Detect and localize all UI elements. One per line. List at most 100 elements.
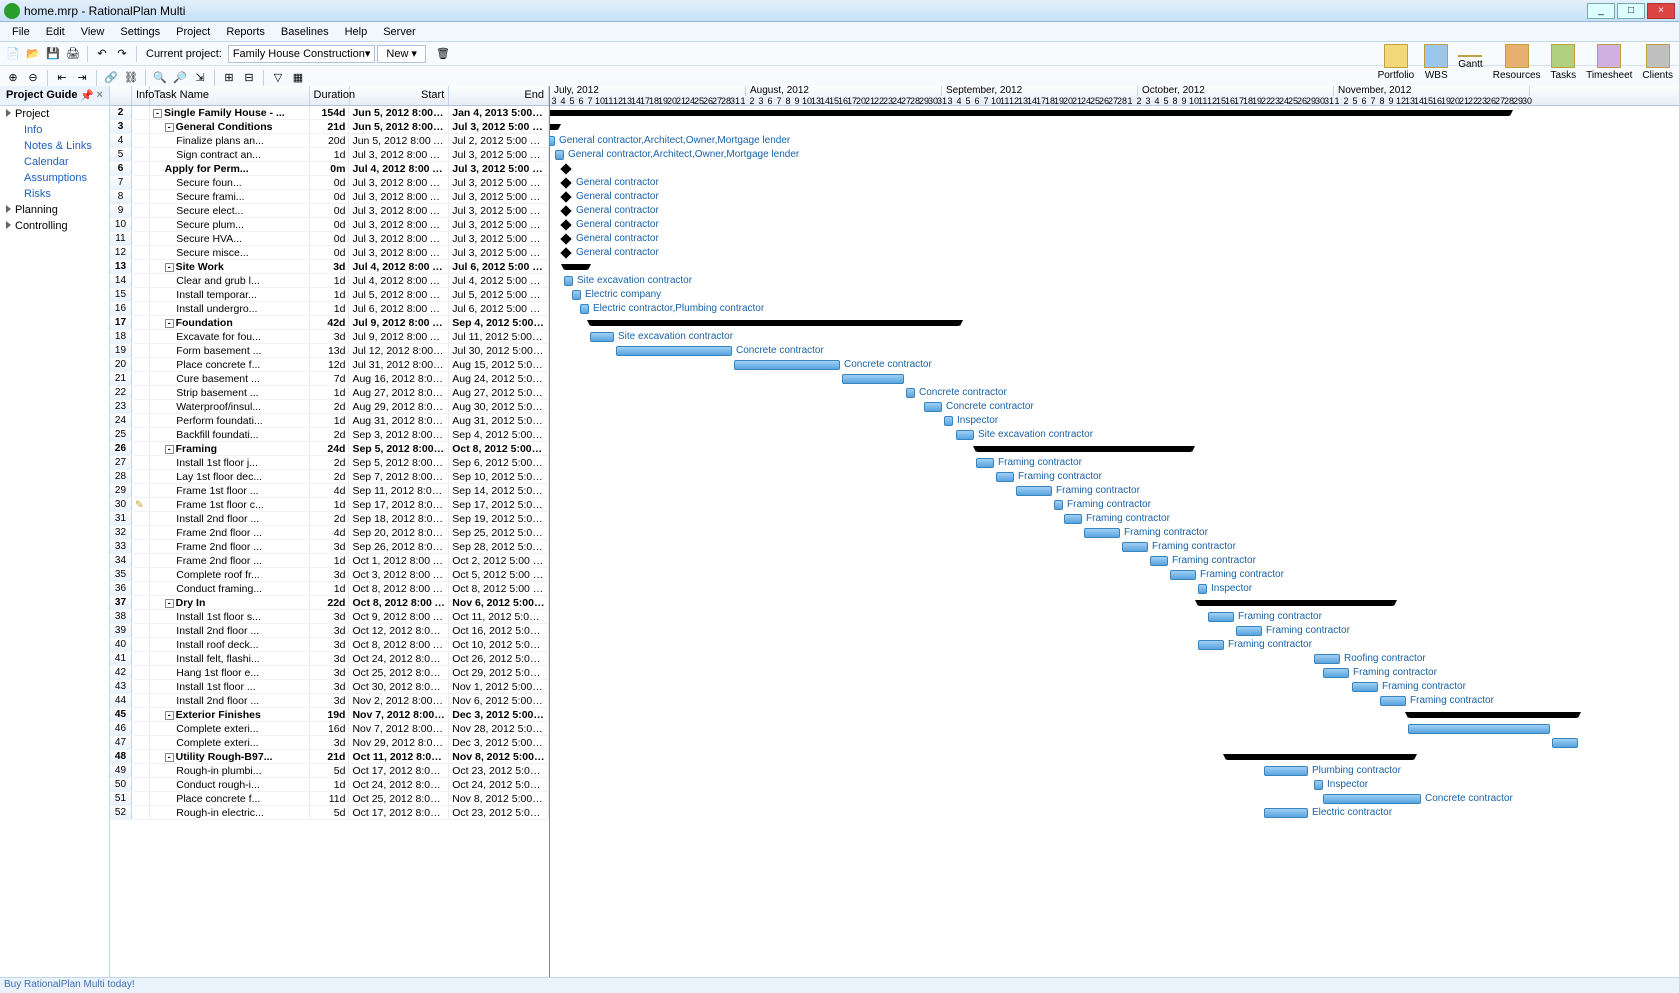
gantt-task-bar[interactable] [1323, 668, 1349, 678]
gantt-task-bar[interactable] [734, 360, 840, 370]
gantt-milestone[interactable] [560, 163, 571, 174]
gantt-task-bar[interactable] [1352, 682, 1378, 692]
delete-project-icon[interactable]: 🗑 [434, 45, 452, 63]
gantt-task-bar[interactable] [1064, 514, 1082, 524]
table-row[interactable]: 11 Secure HVA...0dJul 3, 2012 8:00 AMJul… [110, 232, 549, 246]
current-project-dropdown[interactable]: Family House Construction▾ [228, 45, 376, 63]
table-row[interactable]: 52 Rough-in electric...5dOct 17, 2012 8:… [110, 806, 549, 820]
minimize-button[interactable]: _ [1587, 3, 1615, 19]
menu-help[interactable]: Help [337, 24, 376, 40]
expand-all-icon[interactable]: ⊞ [220, 69, 238, 87]
filter-icon[interactable]: ▽ [269, 69, 287, 87]
table-row[interactable]: 41 Install felt, flashi...3dOct 24, 2012… [110, 652, 549, 666]
new-button[interactable]: New▾ [377, 45, 426, 63]
task-insert-icon[interactable]: ⊕ [4, 69, 22, 87]
link-icon[interactable]: 🔗 [102, 69, 120, 87]
gantt-milestone[interactable] [560, 177, 571, 188]
gantt-task-bar[interactable] [555, 150, 564, 160]
view-portfolio[interactable]: Portfolio [1378, 44, 1415, 81]
expander-icon[interactable]: - [165, 711, 174, 720]
expander-icon[interactable]: - [165, 319, 174, 328]
gantt-task-bar[interactable] [1408, 724, 1550, 734]
gantt-task-bar[interactable] [1084, 528, 1120, 538]
table-row[interactable]: 46 Complete exteri...16dNov 7, 2012 8:00… [110, 722, 549, 736]
menu-file[interactable]: File [4, 24, 38, 40]
gantt-milestone[interactable] [560, 205, 571, 216]
gantt-task-bar[interactable] [956, 430, 974, 440]
gantt-task-bar[interactable] [616, 346, 732, 356]
gantt-task-bar[interactable] [580, 304, 589, 314]
gantt-task-bar[interactable] [976, 458, 994, 468]
expander-icon[interactable]: - [165, 445, 174, 454]
table-row[interactable]: 36 Conduct framing...1dOct 8, 2012 8:00 … [110, 582, 549, 596]
gantt-task-bar[interactable] [924, 402, 942, 412]
expander-icon[interactable]: - [165, 263, 174, 272]
unlink-icon[interactable]: ⛓ [122, 69, 140, 87]
guide-close-icon[interactable]: × [97, 89, 103, 102]
guide-node-project[interactable]: Project [0, 106, 109, 122]
gantt-task-bar[interactable] [1314, 780, 1323, 790]
table-row[interactable]: 8 Secure frami...0dJul 3, 2012 8:00 AMJu… [110, 190, 549, 204]
table-row[interactable]: 25 Backfill foundati...2dSep 3, 2012 8:0… [110, 428, 549, 442]
gantt-body[interactable]: General contractor,Architect,Owner,Mortg… [550, 106, 1679, 977]
gantt-task-bar[interactable] [1150, 556, 1168, 566]
task-delete-icon[interactable]: ⊖ [24, 69, 42, 87]
redo-icon[interactable]: ↷ [113, 45, 131, 63]
view-time[interactable]: Timesheet [1586, 44, 1632, 81]
table-row[interactable]: 22 Strip basement ...1dAug 27, 2012 8:00… [110, 386, 549, 400]
gantt-task-bar[interactable] [1264, 766, 1308, 776]
guide-node-calendar[interactable]: Calendar [0, 154, 109, 170]
table-row[interactable]: 48 -Utility Rough-B97...21dOct 11, 2012 … [110, 750, 549, 764]
table-row[interactable]: 15 Install temporar...1dJul 5, 2012 8:00… [110, 288, 549, 302]
table-row[interactable]: 21 Cure basement ...7dAug 16, 2012 8:00 … [110, 372, 549, 386]
zoom-in-icon[interactable]: 🔍 [151, 69, 169, 87]
view-cli[interactable]: Clients [1642, 44, 1673, 81]
save-icon[interactable]: 💾 [44, 45, 62, 63]
gantt-milestone[interactable] [560, 247, 571, 258]
view-gantt[interactable]: Gantt [1458, 55, 1482, 70]
table-row[interactable]: 49 Rough-in plumbi...5dOct 17, 2012 8:00… [110, 764, 549, 778]
table-row[interactable]: 18 Excavate for fou...3dJul 9, 2012 8:00… [110, 330, 549, 344]
gantt-chart[interactable]: July, 2012August, 2012September, 2012Oct… [550, 86, 1679, 977]
table-row[interactable]: 35 Complete roof fr...3dOct 3, 2012 8:00… [110, 568, 549, 582]
expander-icon[interactable]: - [153, 109, 162, 118]
table-row[interactable]: 42 Hang 1st floor e...3dOct 25, 2012 8:0… [110, 666, 549, 680]
new-file-icon[interactable]: 📄 [4, 45, 22, 63]
table-row[interactable]: 2-Single Family House - ...154dJun 5, 20… [110, 106, 549, 120]
table-row[interactable]: 39 Install 2nd floor ...3dOct 12, 2012 8… [110, 624, 549, 638]
table-row[interactable]: 47 Complete exteri...3dNov 29, 2012 8:00… [110, 736, 549, 750]
gantt-summary-bar[interactable] [1408, 712, 1578, 718]
gantt-task-bar[interactable] [842, 374, 904, 384]
guide-node-assumptions[interactable]: Assumptions [0, 170, 109, 186]
gantt-summary-bar[interactable] [590, 320, 960, 326]
goto-task-icon[interactable]: ⇲ [191, 69, 209, 87]
table-row[interactable]: 9 Secure elect...0dJul 3, 2012 8:00 AMJu… [110, 204, 549, 218]
table-row[interactable]: 33 Frame 2nd floor ...3dSep 26, 2012 8:0… [110, 540, 549, 554]
table-row[interactable]: 17 -Foundation42dJul 9, 2012 8:00 AMSep … [110, 316, 549, 330]
close-button[interactable]: × [1647, 3, 1675, 19]
gantt-task-bar[interactable] [572, 290, 581, 300]
table-row[interactable]: 28 Lay 1st floor dec...2dSep 7, 2012 8:0… [110, 470, 549, 484]
expander-icon[interactable]: - [165, 599, 174, 608]
table-row[interactable]: 16 Install undergro...1dJul 6, 2012 8:00… [110, 302, 549, 316]
print-icon[interactable]: 🖨 [64, 45, 82, 63]
gantt-summary-bar[interactable] [1226, 754, 1414, 760]
undo-icon[interactable]: ↶ [93, 45, 111, 63]
gantt-task-bar[interactable] [1170, 570, 1196, 580]
table-row[interactable]: 6 Apply for Perm...0mJul 4, 2012 8:00 AM… [110, 162, 549, 176]
table-row[interactable]: 12 Secure misce...0dJul 3, 2012 8:00 AMJ… [110, 246, 549, 260]
gantt-summary-bar[interactable] [1198, 600, 1394, 606]
guide-node-notes-links[interactable]: Notes & Links [0, 138, 109, 154]
table-row[interactable]: 3 -General Conditions21dJun 5, 2012 8:00… [110, 120, 549, 134]
menu-baselines[interactable]: Baselines [273, 24, 337, 40]
gantt-task-bar[interactable] [1054, 500, 1063, 510]
menu-project[interactable]: Project [168, 24, 218, 40]
view-res[interactable]: Resources [1493, 44, 1541, 81]
gantt-milestone[interactable] [560, 191, 571, 202]
gantt-summary-bar[interactable] [976, 446, 1192, 452]
table-row[interactable]: 10 Secure plum...0dJul 3, 2012 8:00 AMJu… [110, 218, 549, 232]
table-row[interactable]: 32 Frame 2nd floor ...4dSep 20, 2012 8:0… [110, 526, 549, 540]
table-row[interactable]: 7 Secure foun...0dJul 3, 2012 8:00 AMJul… [110, 176, 549, 190]
gantt-summary-bar[interactable] [550, 110, 1510, 116]
gantt-task-bar[interactable] [1236, 626, 1262, 636]
